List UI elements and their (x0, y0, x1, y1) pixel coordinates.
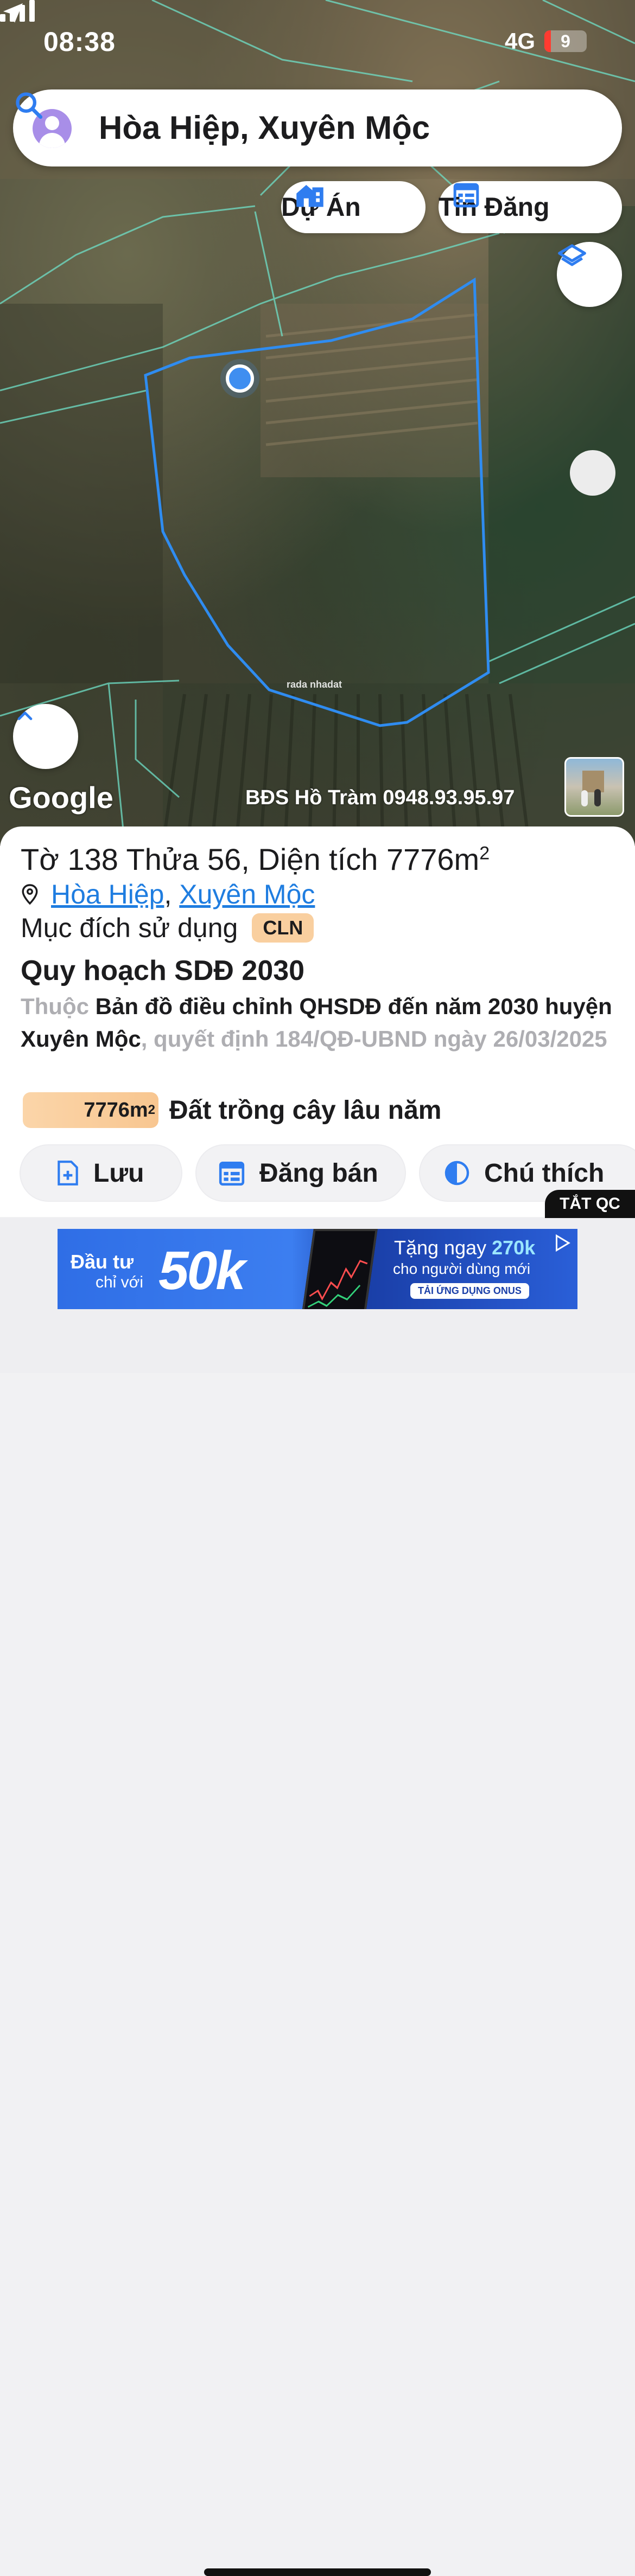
hide-ads-button[interactable]: TẮT QC (545, 1190, 635, 1218)
scroll-handle[interactable] (570, 450, 615, 496)
save-label: Lưu (93, 1158, 144, 1188)
parcel-title: Tờ 138 Thửa 56, Diện tích 7776m2 (21, 842, 490, 876)
layers-button[interactable] (557, 242, 622, 307)
parcel-info-panel: Tờ 138 Thửa 56, Diện tích 7776m2 Hòa Hiệ… (0, 826, 635, 1217)
search-icon[interactable] (13, 89, 45, 121)
ad-right-line1: Tặng ngay 270k (394, 1236, 536, 1259)
ward-link[interactable]: Hòa Hiệp (51, 879, 164, 910)
usage-label: Mục đích sử dụng (21, 913, 238, 943)
ad-cta-button[interactable]: TẢI ỨNG DỤNG ONUS (410, 1283, 529, 1299)
battery-icon: 9 (544, 30, 587, 52)
ad-left-line2: chỉ với (96, 1273, 144, 1291)
legend-label: Chú thích (484, 1158, 605, 1188)
signal-icon (0, 0, 35, 22)
ad-area: Đầu tư chỉ với 50k Tặng ngay 270k cho ng… (0, 1218, 635, 2576)
calendar-list-icon (219, 1161, 245, 1186)
du-an-chip[interactable]: Dự Án (281, 181, 426, 233)
plan-description: Thuộc Bản đồ điều chỉnh QHSDĐ đến năm 20… (21, 994, 612, 1052)
map-brand-mark: rada nhadat (287, 679, 342, 690)
ad-banner[interactable]: Đầu tư chỉ với 50k Tặng ngay 270k cho ng… (58, 1229, 577, 1309)
area-badge: 7776m 2 (23, 1092, 158, 1128)
status-time: 08:38 (43, 27, 116, 57)
search-bar[interactable]: Hòa Hiệp, Xuyên Mộc (13, 89, 622, 166)
ad-right-line2: cho người dùng mới (393, 1260, 531, 1277)
land-usage-row: Mục đích sử dụng CLN (21, 912, 314, 944)
post-sale-label: Đăng bán (259, 1158, 378, 1188)
battery-level: 9 (561, 31, 570, 51)
parcel-address: Hòa Hiệp , Xuyên Mộc (21, 879, 315, 910)
address-separator: , (164, 879, 172, 909)
street-view-thumbnail[interactable] (564, 757, 624, 817)
contrast-icon (444, 1161, 469, 1186)
ad-choices-icon[interactable] (553, 1233, 572, 1253)
google-logo: Google (9, 780, 113, 815)
add-file-icon (58, 1161, 78, 1186)
usage-code-badge: CLN (252, 913, 314, 943)
calendar-list-icon (453, 183, 479, 208)
area-type-label: Đất trồng cây lâu năm (169, 1095, 442, 1125)
search-input[interactable]: Hòa Hiệp, Xuyên Mộc (99, 109, 430, 146)
chevron-up-icon (17, 712, 33, 720)
ad-phone-image (301, 1229, 378, 1309)
plan-title: Quy hoạch SDĐ 2030 (21, 955, 305, 986)
post-sale-button[interactable]: Đăng bán (195, 1144, 406, 1202)
layers-icon (558, 244, 586, 266)
building-icon (296, 185, 323, 207)
ad-left-line1: Đầu tư (71, 1251, 134, 1273)
district-link[interactable]: Xuyên Mộc (179, 879, 315, 910)
area-row: 7776m 2 Đất trồng cây lâu năm (23, 1092, 441, 1128)
ad-big-amount: 50k (158, 1240, 246, 1301)
tin-dang-chip[interactable]: Tin Đăng (439, 181, 622, 233)
expand-panel-button[interactable] (13, 704, 78, 769)
satellite-map[interactable]: 08:38 4G 9 Hòa Hiệp, Xuyên Mộc Dự Án Tin… (0, 0, 635, 846)
current-location-dot (226, 364, 254, 393)
save-button[interactable]: Lưu (20, 1144, 182, 1202)
home-indicator[interactable] (204, 2568, 431, 2576)
network-type: 4G (505, 28, 536, 54)
map-watermark: BĐS Hồ Tràm 0948.93.95.97 (245, 786, 515, 809)
location-pin-icon (22, 884, 38, 905)
